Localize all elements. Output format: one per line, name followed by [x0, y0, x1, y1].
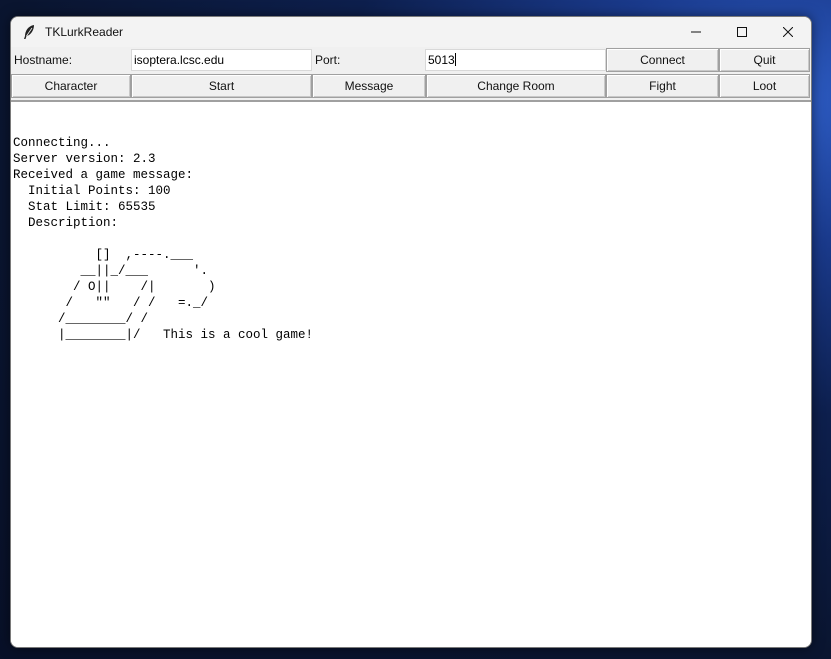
title-bar[interactable]: TKLurkReader	[11, 17, 811, 47]
hostname-label: Hostname:	[14, 53, 73, 67]
change-room-button[interactable]: Change Room	[426, 74, 606, 98]
port-label: Port:	[315, 53, 341, 67]
output-text-area[interactable]: Connecting... Server version: 2.3 Receiv…	[11, 102, 811, 647]
minimize-icon	[691, 31, 701, 33]
feather-icon	[24, 25, 34, 39]
output-log: Connecting... Server version: 2.3 Receiv…	[13, 136, 314, 342]
start-button[interactable]: Start	[131, 74, 312, 98]
character-button[interactable]: Character	[11, 74, 131, 98]
close-button[interactable]	[765, 17, 811, 47]
hostname-field[interactable]: isoptera.lcsc.edu	[131, 49, 312, 71]
connection-row: Hostname: isoptera.lcsc.edu Port: 5013 C…	[11, 48, 811, 72]
maximize-button[interactable]	[719, 17, 765, 47]
port-field[interactable]: 5013	[425, 49, 606, 71]
actions-row: Character Start Message Change Room Figh…	[11, 74, 811, 98]
message-button[interactable]: Message	[312, 74, 426, 98]
minimize-button[interactable]	[673, 17, 719, 47]
fight-button[interactable]: Fight	[606, 74, 719, 98]
window-title: TKLurkReader	[45, 25, 124, 39]
loot-button[interactable]: Loot	[719, 74, 810, 98]
app-window: TKLurkReader Hostname: isoptera.lcsc.edu…	[10, 16, 812, 648]
connect-button[interactable]: Connect	[606, 48, 719, 72]
maximize-icon	[737, 27, 747, 37]
text-caret	[454, 53, 456, 66]
close-icon	[783, 27, 793, 37]
toolbar: Hostname: isoptera.lcsc.edu Port: 5013 C…	[11, 47, 811, 102]
quit-button[interactable]: Quit	[719, 48, 810, 72]
